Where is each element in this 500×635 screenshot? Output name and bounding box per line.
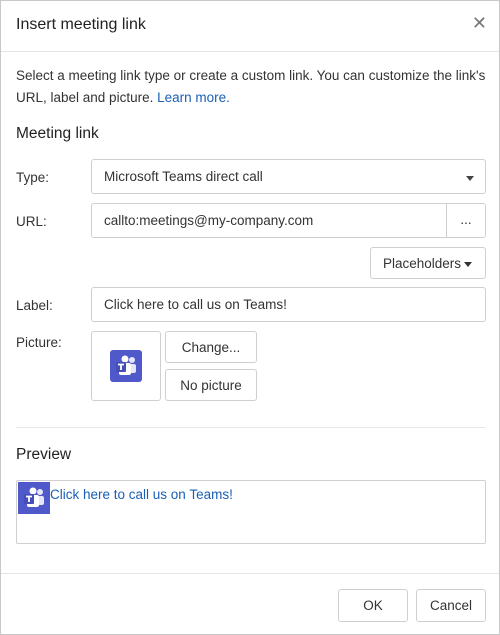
picture-preview [91,331,161,401]
no-picture-button-label: No picture [180,378,242,393]
url-input-value: callto:meetings@my-company.com [104,213,314,228]
cancel-button[interactable]: Cancel [416,589,486,622]
close-icon[interactable]: ✕ [472,14,487,32]
preview-box: Click here to call us on Teams! [16,480,486,544]
placeholders-button-label: Placeholders [382,256,462,271]
teams-icon [18,482,50,514]
no-picture-button[interactable]: No picture [165,369,257,401]
url-more-button[interactable]: ... [446,203,486,238]
chevron-down-icon [464,262,472,267]
picture-label: Picture: [16,335,62,350]
placeholders-button[interactable]: Placeholders [370,247,486,279]
intro-description: Select a meeting link type or create a c… [16,68,486,105]
type-select-value: Microsoft Teams direct call [104,169,263,184]
url-label: URL: [16,214,47,229]
dialog-title: Insert meeting link [16,16,146,33]
preview-link[interactable]: Click here to call us on Teams! [50,487,233,502]
ok-button-label: OK [363,598,383,613]
teams-icon [110,350,142,382]
label-label: Label: [16,298,53,313]
chevron-down-icon [466,176,474,181]
change-picture-button-label: Change... [181,340,241,355]
type-label: Type: [16,170,50,185]
label-input[interactable]: Click here to call us on Teams! [91,287,486,322]
cancel-button-label: Cancel [429,598,473,613]
insert-meeting-link-dialog: Insert meeting link ✕ Select a meeting l… [0,0,500,635]
footer-divider [1,573,499,574]
dialog-header: Insert meeting link ✕ [1,1,499,52]
preview-heading: Preview [16,446,72,463]
type-select[interactable]: Microsoft Teams direct call [91,159,486,194]
meeting-link-heading: Meeting link [16,125,99,142]
url-input[interactable]: callto:meetings@my-company.com [91,203,447,238]
label-input-value: Click here to call us on Teams! [104,297,287,312]
change-picture-button[interactable]: Change... [165,331,257,363]
ok-button[interactable]: OK [338,589,408,622]
url-more-button-label: ... [460,212,472,227]
learn-more-link[interactable]: Learn more. [157,90,230,105]
intro-text: Select a meeting link type or create a c… [16,65,486,109]
section-divider [16,427,486,428]
